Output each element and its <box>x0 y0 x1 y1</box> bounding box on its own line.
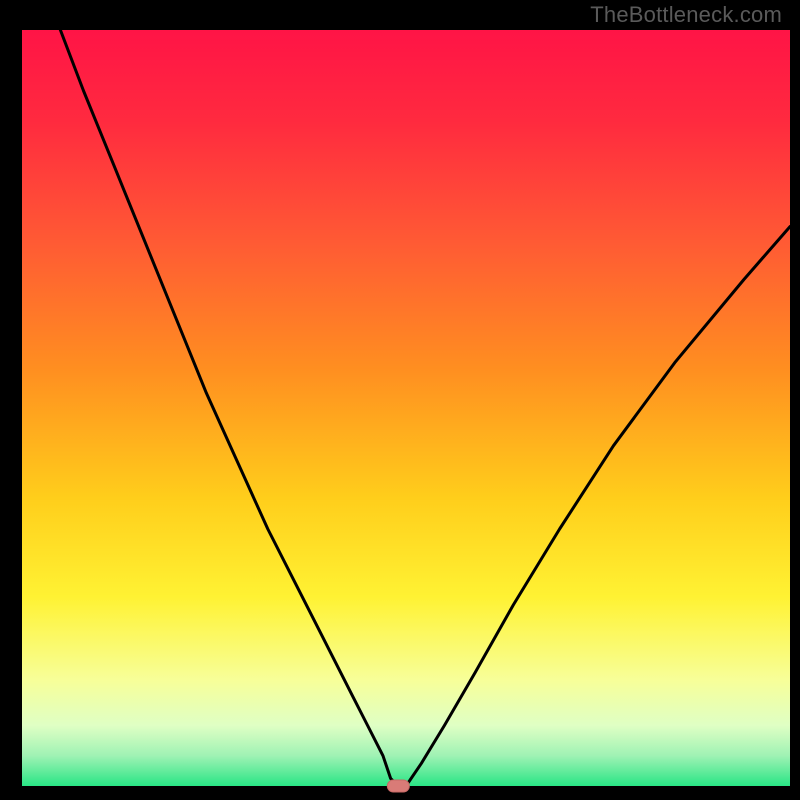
bottleneck-chart <box>0 0 800 800</box>
optimum-marker <box>387 780 409 792</box>
attribution-text: TheBottleneck.com <box>590 2 782 28</box>
chart-container: { "attribution": "TheBottleneck.com", "c… <box>0 0 800 800</box>
plot-background <box>22 30 790 786</box>
